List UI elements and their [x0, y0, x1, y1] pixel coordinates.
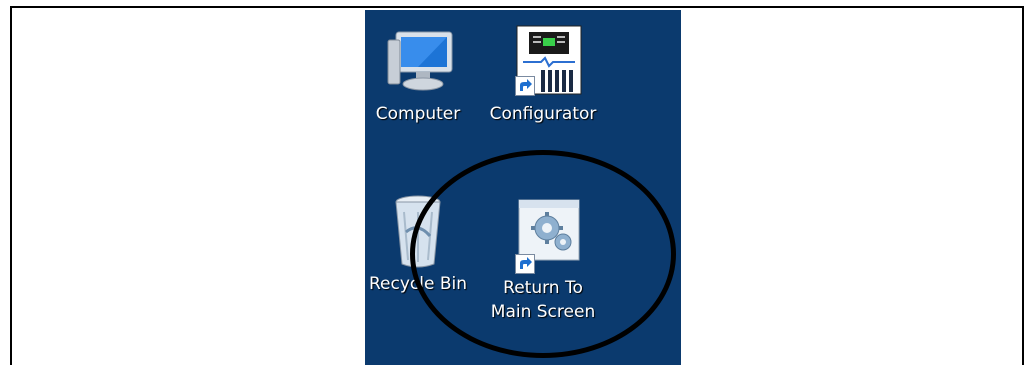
desktop-icon-configurator[interactable]: Configurator: [488, 22, 598, 126]
recycle-bin-icon: [378, 192, 458, 272]
icon-label: Computer: [375, 104, 461, 124]
icon-label-line-1: Return To: [503, 278, 583, 298]
settings-gears-icon: [503, 196, 583, 276]
desktop-icon-return-to-main-screen[interactable]: Return To Main Screen: [488, 196, 598, 324]
icon-label-line-2: Main Screen: [490, 302, 596, 322]
desktop-icon-computer[interactable]: Computer: [365, 22, 473, 126]
icon-label: Configurator: [489, 104, 597, 124]
computer-icon: [378, 22, 458, 102]
desktop-icon-recycle-bin[interactable]: Recycle Bin: [365, 192, 473, 296]
icon-label: Recycle Bin: [368, 274, 467, 294]
shortcut-arrow-icon: [515, 76, 535, 96]
desktop-area: Computer Configurator Recycle Bin Return…: [365, 10, 681, 365]
shortcut-arrow-icon: [515, 254, 535, 274]
configurator-icon: [503, 22, 583, 102]
